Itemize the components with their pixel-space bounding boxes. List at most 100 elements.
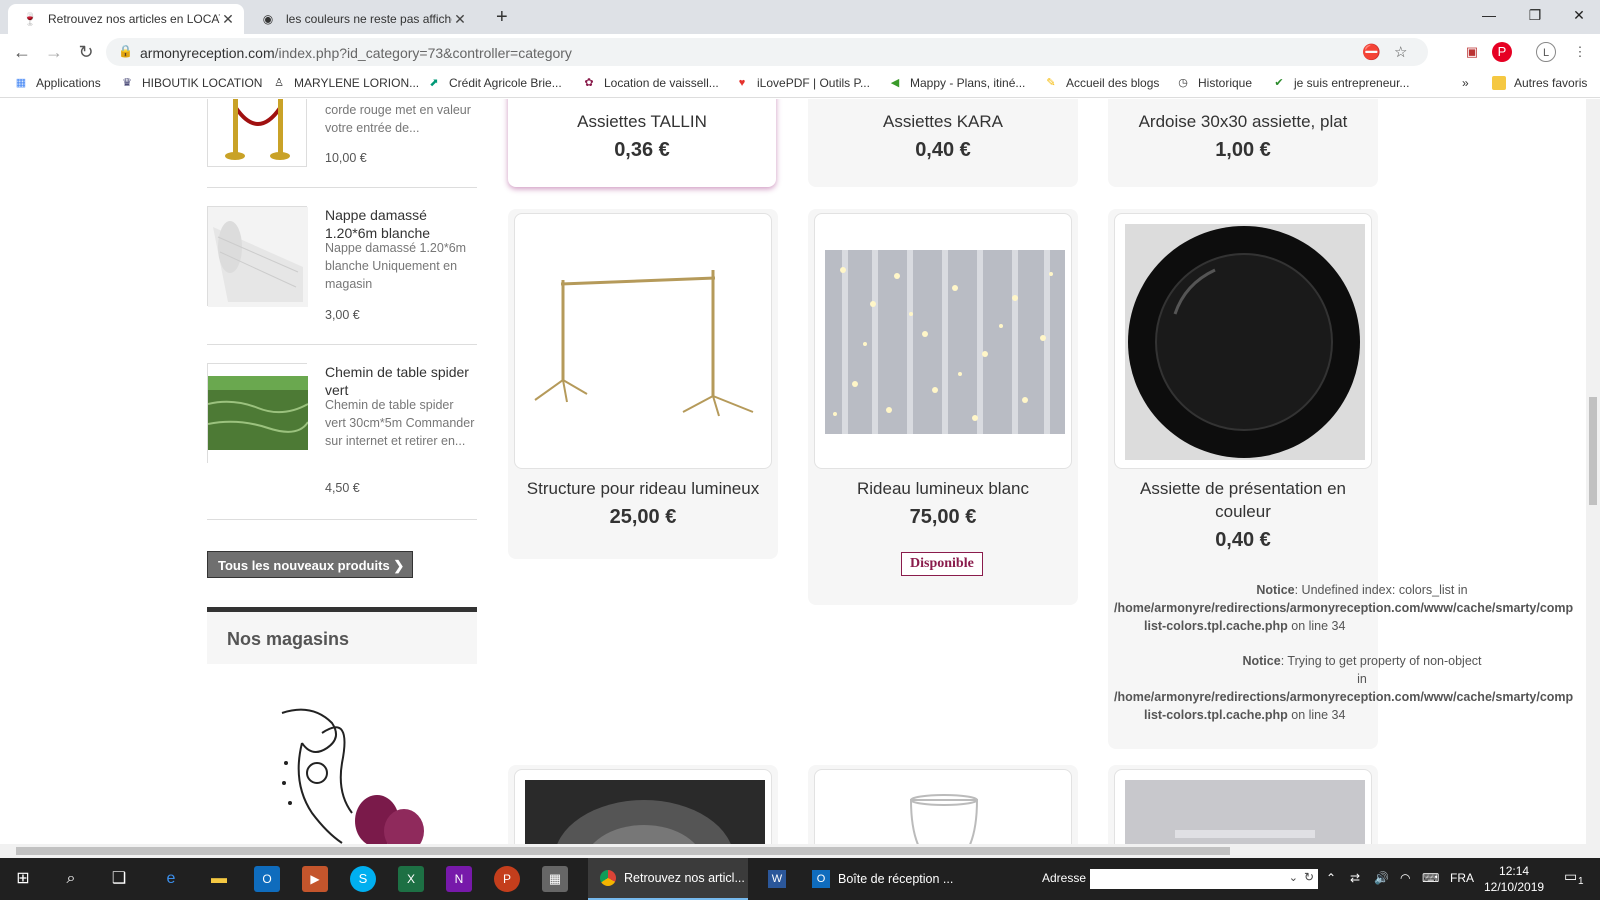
bookmark-entrepreneur[interactable]: ✔ je suis entrepreneur...	[1272, 76, 1409, 90]
notifications-icon[interactable]: ▭	[1564, 868, 1577, 885]
blocked-popup-icon[interactable]: ⛔	[1362, 43, 1381, 61]
windows-start-icon[interactable]: ⊞	[10, 866, 36, 892]
sidebar-product-chemin[interactable]: Chemin de table spider vert Chemin de ta…	[207, 363, 477, 513]
url-text[interactable]: armonyreception.com/index.php?id_categor…	[140, 45, 572, 61]
product-image[interactable]	[514, 769, 772, 844]
system-clock[interactable]: 12:14 12/10/2019	[1484, 863, 1544, 895]
bookmark-historique[interactable]: ◷ Historique	[1176, 76, 1252, 90]
menu-kebab-icon[interactable]: ⋮	[1570, 42, 1590, 62]
browser-tab-strip: 🍷 Retrouvez nos articles en LOCATI ✕ ◉ l…	[0, 0, 1600, 34]
product-name[interactable]: Assiettes KARA	[808, 110, 1078, 133]
bookmark-hiboutik[interactable]: ♛ HIBOUTIK LOCATION	[120, 76, 262, 90]
refresh-icon[interactable]: ↻	[1304, 870, 1314, 884]
address-bar[interactable]: 🔒 armonyreception.com/index.php?id_categ…	[106, 38, 1428, 66]
lock-icon[interactable]: 🔒	[118, 44, 133, 58]
task-view-icon[interactable]: ❑	[106, 866, 132, 892]
pdf-extension-icon[interactable]: ▣	[1462, 42, 1482, 62]
bookmark-star-icon[interactable]: ☆	[1394, 43, 1407, 61]
network-icon[interactable]: ⇄	[1350, 871, 1360, 885]
language-indicator[interactable]: FRA	[1450, 871, 1474, 885]
sidebar-product-title[interactable]: Nappe damassé 1.20*6m blanche	[325, 206, 475, 242]
taskbar-chrome-window[interactable]: Retrouvez nos articl...	[588, 858, 748, 900]
calculator-icon[interactable]: ▦	[542, 866, 568, 892]
reload-icon[interactable]: ↻	[74, 40, 98, 64]
sidebar-product-desc: corde rouge met en valeur votre entrée d…	[325, 103, 471, 135]
table-runner-image[interactable]	[207, 363, 309, 464]
product-card[interactable]: Ardoise 30x30 assiette, plat 1,00 €	[1108, 99, 1378, 187]
skype-icon[interactable]: S	[350, 866, 376, 892]
vertical-scrollbar[interactable]	[1586, 99, 1600, 844]
search-icon[interactable]: ⌕	[58, 866, 84, 892]
task-label: Retrouvez nos articl...	[624, 871, 745, 885]
chevron-down-icon[interactable]: ⌄	[1289, 871, 1298, 884]
sidebar-product-price: 3,00 €	[325, 308, 360, 322]
bookmark-other-favorites[interactable]: Autres favoris	[1492, 76, 1587, 90]
pinterest-icon[interactable]: P	[1492, 42, 1512, 62]
stanchion-rope-image[interactable]	[207, 99, 307, 167]
all-new-products-button[interactable]: Tous les nouveaux produits ❯	[207, 551, 413, 578]
sidebar-product-nappe[interactable]: Nappe damassé 1.20*6m blanche Nappe dama…	[207, 206, 477, 336]
wifi-icon[interactable]: ◠	[1400, 871, 1410, 885]
powerpoint-icon[interactable]: P	[494, 866, 520, 892]
bookmark-marylene[interactable]: ♙ MARYLENE LORION...	[272, 76, 419, 90]
black-charger-plate-image[interactable]	[1114, 213, 1372, 469]
tab-retrouvez-nos-articles[interactable]: 🍷 Retrouvez nos articles en LOCATI ✕	[8, 4, 244, 34]
close-tab-icon[interactable]: ✕	[220, 11, 236, 28]
product-name[interactable]: Structure pour rideau lumineux	[508, 477, 778, 500]
excel-icon[interactable]: X	[398, 866, 424, 892]
bookmark-ilovepdf[interactable]: ♥ iLovePDF | Outils P...	[735, 76, 870, 90]
product-card[interactable]: Rideau lumineux blanc 75,00 € Disponible	[808, 209, 1078, 605]
bookmark-blogs[interactable]: ✎ Accueil des blogs	[1044, 76, 1159, 90]
close-window-icon[interactable]: ✕	[1556, 0, 1600, 30]
new-tab-icon[interactable]: +	[496, 6, 508, 29]
bookmark-applications[interactable]: ▦ Applications	[14, 76, 101, 90]
edge-icon[interactable]: e	[158, 866, 184, 892]
forward-icon[interactable]: →	[42, 40, 66, 64]
taskbar-outlook-window[interactable]: O Boîte de réception ...	[800, 858, 980, 900]
outlook-icon[interactable]: O	[254, 866, 280, 892]
taskbar-word-window[interactable]: W	[756, 858, 796, 900]
minimize-icon[interactable]: —	[1466, 0, 1512, 30]
tablecloth-image[interactable]	[207, 206, 308, 307]
horizontal-scrollbar[interactable]	[0, 844, 1600, 858]
scroll-thumb[interactable]	[16, 847, 1230, 855]
file-explorer-icon[interactable]: ▬	[206, 866, 232, 892]
close-tab-icon[interactable]: ✕	[452, 11, 468, 28]
bookmark-location-vaisselle[interactable]: ✿ Location de vaissell...	[582, 76, 718, 90]
product-card[interactable]	[508, 765, 778, 844]
product-card[interactable]	[1108, 765, 1378, 844]
keyboard-icon[interactable]: ⌨	[1422, 871, 1439, 885]
sidebar-product-corde[interactable]: corde rouge met en valeur votre entrée d…	[207, 99, 477, 187]
product-card[interactable]	[808, 765, 1078, 844]
product-card[interactable]: Assiettes TALLIN 0,36 €	[508, 99, 776, 187]
url-path: /index.php?id_category=73&controller=cat…	[274, 45, 572, 61]
profile-avatar[interactable]: L	[1536, 42, 1556, 62]
bookmarks-bar: ▦ Applications ♛ HIBOUTIK LOCATION ♙ MARYLE…	[0, 70, 1600, 98]
tab-les-couleurs[interactable]: ◉ les couleurs ne reste pas affiché ✕	[246, 4, 476, 34]
product-name[interactable]: Rideau lumineux blanc	[808, 477, 1078, 500]
product-price: 25,00 €	[609, 506, 677, 528]
product-name[interactable]: Assiettes TALLIN	[508, 110, 776, 133]
volume-icon[interactable]: 🔊	[1374, 871, 1389, 885]
address-toolbar-input[interactable]: ⌄ ↻	[1090, 869, 1318, 889]
bookmark-mappy[interactable]: ◀ Mappy - Plans, itiné...	[888, 76, 1026, 90]
restore-icon[interactable]: ❐	[1512, 0, 1558, 30]
media-player-icon[interactable]: ▶	[302, 866, 328, 892]
sidebar-product-title[interactable]: Chemin de table spider vert	[325, 363, 475, 399]
light-curtain-frame-image[interactable]	[514, 213, 772, 469]
product-name[interactable]: Ardoise 30x30 assiette, plat	[1108, 110, 1378, 133]
product-name[interactable]: Assiette de présentation en couleur	[1108, 477, 1378, 523]
onenote-icon[interactable]: N	[446, 866, 472, 892]
product-image[interactable]	[1114, 769, 1372, 844]
product-card[interactable]: Assiettes KARA 0,40 €	[808, 99, 1078, 187]
white-light-curtain-image[interactable]	[814, 213, 1072, 469]
show-hidden-icons-icon[interactable]: ⌃	[1326, 871, 1336, 885]
back-icon[interactable]: ←	[10, 40, 34, 64]
product-card[interactable]: Structure pour rideau lumineux 25,00 €	[508, 209, 778, 559]
wine-glass-image[interactable]	[814, 769, 1072, 844]
bookmark-credit-agricole[interactable]: ⬈ Crédit Agricole Brie...	[427, 76, 561, 90]
tab-title: les couleurs ne reste pas affiché	[286, 12, 452, 26]
heart-icon: ♥	[738, 77, 746, 89]
scroll-thumb[interactable]	[1589, 397, 1597, 505]
more-bookmarks-icon[interactable]: »	[1462, 76, 1469, 90]
